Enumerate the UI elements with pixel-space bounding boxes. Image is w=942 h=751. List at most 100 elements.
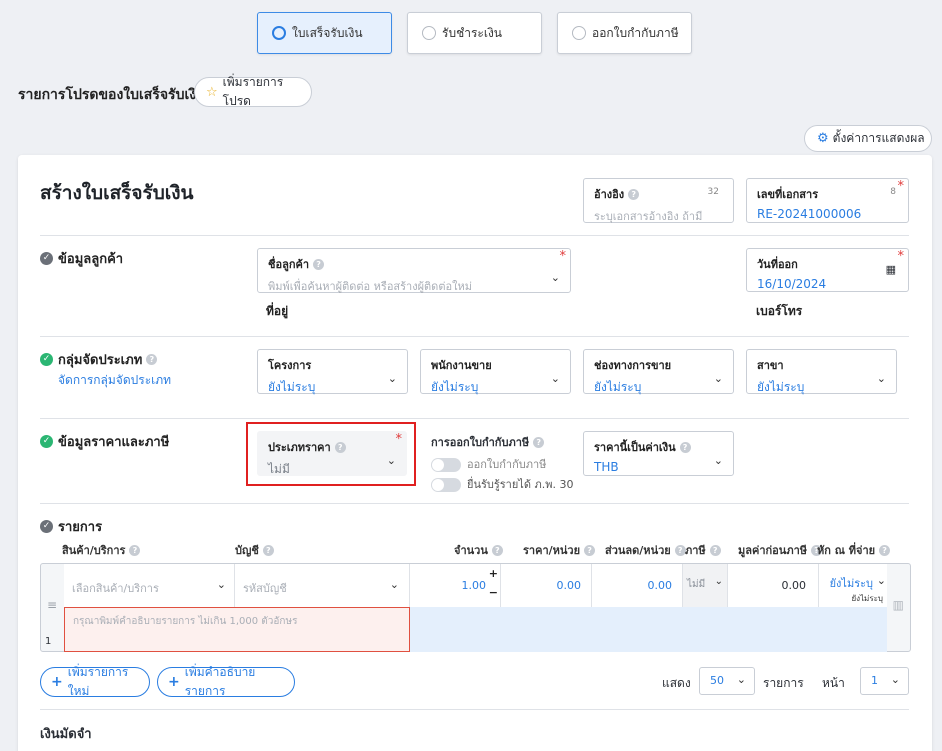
sales-channel-select[interactable]: ช่องทางการขาย ยังไม่ระบุ ⌄ <box>583 349 734 394</box>
chevron-down-icon[interactable]: ⌄ <box>551 271 560 284</box>
issue-date-field[interactable]: วันที่ออก 16/10/2024 * ▦ <box>746 248 909 292</box>
account-placeholder: รหัสบัญชี <box>243 582 287 595</box>
col-product-label: สินค้า/บริการ <box>62 544 126 557</box>
tab-payment[interactable]: รับชำระเงิน <box>407 12 542 54</box>
help-icon[interactable]: ? <box>879 544 891 556</box>
pp30-toggle[interactable] <box>431 478 461 492</box>
help-icon[interactable]: ? <box>533 436 545 448</box>
help-icon[interactable]: ? <box>628 188 640 200</box>
chevron-down-icon[interactable]: ⌄ <box>737 673 746 686</box>
add-item-button[interactable]: + เพิ่มรายการใหม่ <box>40 665 150 698</box>
pp30-toggle-row[interactable]: ยื่นรับรู้รายได้ ภ.พ. 30 <box>431 475 573 493</box>
customer-name-placeholder: พิมพ์เพื่อค้นหาผู้ติดต่อ หรือสร้างผู้ติด… <box>268 280 472 293</box>
description-placeholder: กรุณาพิมพ์คำอธิบายรายการ ไม่เกิน 1,000 ต… <box>73 616 298 627</box>
project-label: โครงการ <box>268 359 312 372</box>
issue-tax-invoice-toggle[interactable] <box>431 458 461 472</box>
classification-title-text: กลุ่มจัดประเภท <box>58 353 143 368</box>
issue-tax-invoice-toggle-row[interactable]: ออกใบกำกับภาษี <box>431 455 573 473</box>
favorites-title: รายการโปรดของใบเสร็จรับเงิน <box>18 87 206 103</box>
tax-select[interactable]: ไม่มี ⌄ <box>683 564 728 607</box>
manage-classification-link[interactable]: จัดการกลุ่มจัดประเภท <box>58 371 171 390</box>
chevron-down-icon[interactable]: ⌄ <box>891 673 900 686</box>
salesperson-select[interactable]: พนักงานขาย ยังไม่ระบุ ⌄ <box>420 349 571 394</box>
chevron-down-icon[interactable]: ⌄ <box>390 578 399 591</box>
add-favorite-button[interactable]: ☆ เพิ่มรายการโปรด <box>194 75 312 108</box>
divider <box>40 418 909 419</box>
chevron-down-icon[interactable]: ⌄ <box>217 578 226 591</box>
price-tax-section-title: ✓ ข้อมูลราคาและภาษี <box>40 431 169 452</box>
currency-select[interactable]: ราคานี้เป็นค่าเงิน? THB ⌄ <box>583 431 734 476</box>
help-icon[interactable]: ? <box>709 544 721 556</box>
radio-selected-icon <box>272 26 286 40</box>
project-select[interactable]: โครงการ ยังไม่ระบุ ⌄ <box>257 349 408 394</box>
doc-number-label: เลขที่เอกสาร <box>757 188 819 201</box>
branch-select[interactable]: สาขา ยังไม่ระบุ ⌄ <box>746 349 897 394</box>
calendar-icon[interactable]: ▦ <box>886 263 896 276</box>
doc-number-field[interactable]: เลขที่เอกสาร RE-20241000006 8 * <box>746 178 909 223</box>
add-description-button[interactable]: + เพิ่มคำอธิบายรายการ <box>157 665 295 698</box>
divider <box>40 503 909 504</box>
help-icon[interactable]: ? <box>146 354 158 365</box>
customer-section-title: ✓ ข้อมูลลูกค้า <box>40 248 123 269</box>
customer-name-label: ชื่อลูกค้า <box>268 258 310 271</box>
chevron-down-icon[interactable]: ⌄ <box>714 454 723 467</box>
help-icon[interactable]: ? <box>262 544 274 556</box>
item-row: ≡ 1 เลือกสินค้า/บริการ ⌄ รหัสบัญชี ⌄ 1.0… <box>40 563 911 652</box>
currency-value: THB <box>594 460 619 474</box>
tab-tax-invoice-label: ออกใบกำกับภาษี <box>592 25 679 40</box>
col-tax: ภาษี? <box>685 541 721 559</box>
tab-tax-invoice[interactable]: ออกใบกำกับภาษี <box>557 12 692 54</box>
page-number-select[interactable]: 1 ⌄ <box>860 667 909 695</box>
unit-price-input[interactable]: 0.00 <box>501 564 592 607</box>
help-icon[interactable]: ? <box>129 544 141 556</box>
help-icon[interactable]: ? <box>679 441 691 453</box>
quantity-input[interactable]: 1.00 + − <box>410 564 501 607</box>
pre-tax-value: 0.00 <box>781 579 807 592</box>
chevron-down-icon[interactable]: ⌄ <box>387 454 396 467</box>
price-type-select[interactable]: ประเภทราคา? ไม่มี * ⌄ <box>257 431 407 476</box>
discount-input[interactable]: 0.00 <box>592 564 683 607</box>
help-icon[interactable]: ? <box>334 441 346 453</box>
page-size-select[interactable]: 50 ⌄ <box>699 667 755 695</box>
product-select[interactable]: เลือกสินค้า/บริการ ⌄ <box>64 564 235 607</box>
col-pre-tax-label: มูลค่าก่อนภาษี <box>738 544 807 557</box>
drag-handle-icon[interactable]: ≡ <box>47 598 57 612</box>
col-account: บัญชี? <box>235 541 274 559</box>
reference-field[interactable]: อ้างอิง? ระบุเอกสารอ้างอิง ถ้ามี 32 <box>583 178 734 223</box>
col-tax-label: ภาษี <box>685 544 706 557</box>
description-input[interactable]: กรุณาพิมพ์คำอธิบายรายการ ไม่เกิน 1,000 ต… <box>64 607 410 652</box>
withholding-select[interactable]: ยังไม่ระบุ ยังไม่ระบุ ⌄ <box>819 564 887 607</box>
display-settings-button[interactable]: ⚙ ตั้งค่าการแสดงผล <box>804 125 932 152</box>
items-section-title: ✓ รายการ <box>40 516 102 537</box>
chevron-down-icon[interactable]: ⌄ <box>551 372 560 385</box>
required-marker: * <box>559 249 567 264</box>
chevron-down-icon[interactable]: ⌄ <box>715 576 723 587</box>
sales-channel-value: ยังไม่ระบุ <box>594 380 642 394</box>
trash-icon[interactable]: ▥ <box>893 598 904 612</box>
customer-name-field[interactable]: ชื่อลูกค้า? พิมพ์เพื่อค้นหาผู้ติดต่อ หรื… <box>257 248 571 293</box>
tab-receipt[interactable]: ใบเสร็จรับเงิน <box>257 12 392 54</box>
decrement-icon[interactable]: − <box>489 586 498 599</box>
chevron-down-icon[interactable]: ⌄ <box>877 372 886 385</box>
page-title: สร้างใบเสร็จรับเงิน <box>40 182 194 204</box>
add-item-label: เพิ่มรายการใหม่ <box>67 665 129 698</box>
help-icon[interactable]: ? <box>313 258 325 270</box>
help-icon[interactable]: ? <box>584 544 596 556</box>
issue-date-value: 16/10/2024 <box>757 277 827 291</box>
plus-icon: + <box>168 674 180 690</box>
account-select[interactable]: รหัสบัญชี ⌄ <box>235 564 410 607</box>
col-product: สินค้า/บริการ? <box>62 541 141 559</box>
chevron-down-icon[interactable]: ⌄ <box>877 574 886 587</box>
check-circle-icon: ✓ <box>40 353 53 366</box>
increment-icon[interactable]: + <box>489 567 498 580</box>
pp30-label: ยื่นรับรู้รายได้ ภ.พ. 30 <box>467 478 574 491</box>
col-withholding: หัก ณ ที่จ่าย? <box>817 541 891 559</box>
show-label: แสดง <box>662 676 691 690</box>
chevron-down-icon[interactable]: ⌄ <box>714 372 723 385</box>
quantity-value: 1.00 <box>461 579 487 592</box>
divider <box>40 235 909 236</box>
check-circle-icon: ✓ <box>40 252 53 265</box>
col-account-label: บัญชี <box>235 544 259 557</box>
chevron-down-icon[interactable]: ⌄ <box>388 372 397 385</box>
help-icon[interactable]: ? <box>491 544 503 556</box>
